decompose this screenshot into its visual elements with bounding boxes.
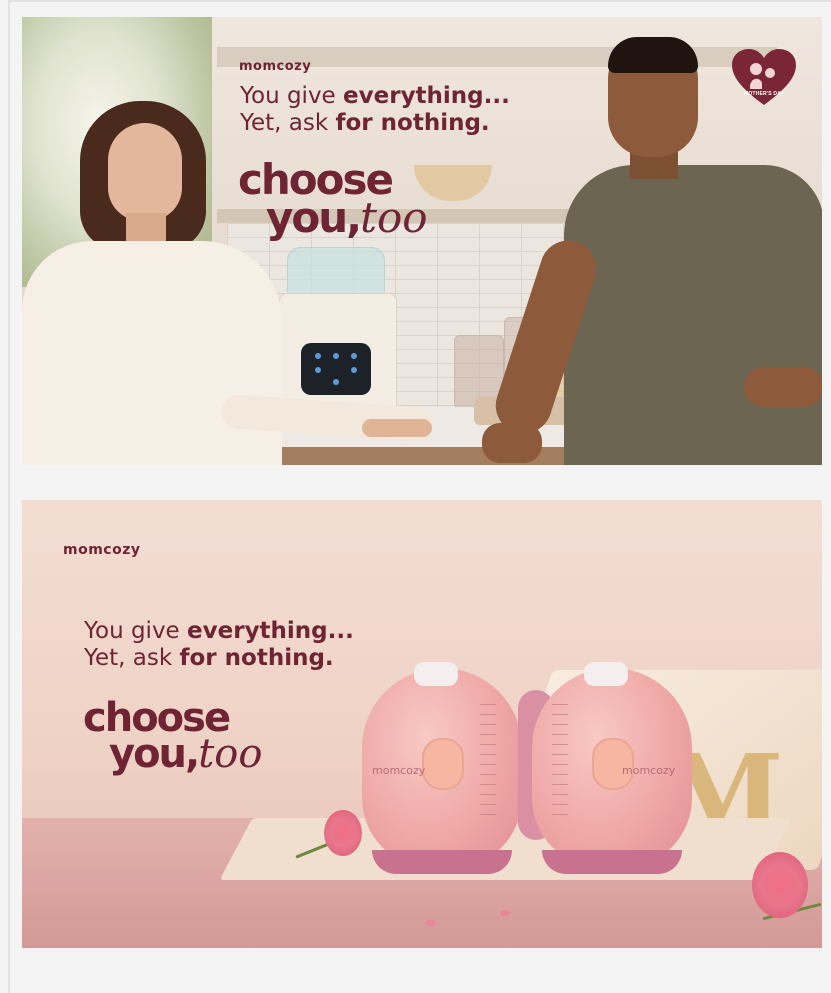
choose-you-too-tagline: choose you,too xyxy=(238,159,428,239)
fallen-petal xyxy=(426,920,436,926)
badge-label: MOTHER'S DAY xyxy=(743,91,785,97)
choose-you-too-tagline: choose you,too xyxy=(83,698,262,774)
tagline-you: you, xyxy=(266,192,362,242)
headline-text: Yet, ask xyxy=(84,645,180,672)
headline-line-1: You give everything... xyxy=(240,83,510,110)
white-shirt xyxy=(22,241,282,465)
pump-base xyxy=(542,850,682,874)
pump-logo: momcozy xyxy=(622,764,676,777)
headline-emphasis: everything... xyxy=(187,618,354,644)
wearable-breast-pump-banner: M momcozy momcozy momcozy You give every… xyxy=(22,500,822,948)
pump-cap xyxy=(414,662,458,686)
pink-carnation xyxy=(324,810,362,856)
fallen-petal xyxy=(500,910,510,916)
headline-text: You give xyxy=(240,83,344,109)
pump-cap xyxy=(584,662,628,686)
headline-emphasis: for nothing. xyxy=(179,645,334,672)
hand xyxy=(362,419,432,437)
headline-line-2: Yet, ask for nothing. xyxy=(240,110,510,137)
brand-logo: momcozy xyxy=(239,59,312,74)
pink-carnation xyxy=(752,852,808,918)
headline-emphasis: for nothing. xyxy=(335,110,490,137)
headline-emphasis: everything... xyxy=(343,83,510,109)
mothers-day-badge: MOTHER'S DAY xyxy=(730,47,798,111)
pump-logo: momcozy xyxy=(372,764,426,777)
tagline-you: you, xyxy=(109,731,200,777)
breast-pump-right: momcozy xyxy=(518,662,692,874)
headline-line-1: You give everything... xyxy=(84,618,354,645)
headline-text: Yet, ask xyxy=(240,110,336,137)
tagline-too: too xyxy=(198,731,263,777)
face xyxy=(108,123,182,221)
hand xyxy=(482,423,542,463)
headline-line-2: Yet, ask for nothing. xyxy=(84,645,354,672)
pump-valve xyxy=(422,738,464,790)
page-left-border xyxy=(8,0,10,993)
volume-scale xyxy=(480,704,496,824)
headline-text: You give xyxy=(84,618,188,644)
olive-tshirt xyxy=(564,165,822,465)
volume-scale xyxy=(552,704,568,824)
hair xyxy=(608,37,698,73)
mothers-day-kitchen-banner: momcozy You give everything... Yet, ask … xyxy=(22,17,822,465)
heart-icon xyxy=(732,49,796,105)
arm xyxy=(744,367,822,407)
headline: You give everything... Yet, ask for noth… xyxy=(240,83,510,137)
page-top-border xyxy=(8,0,831,2)
tagline-too: too xyxy=(360,192,428,242)
headline: You give everything... Yet, ask for noth… xyxy=(84,618,354,672)
breast-pump-left: momcozy xyxy=(362,662,522,874)
brand-logo: momcozy xyxy=(63,542,141,558)
pump-base xyxy=(372,850,512,874)
